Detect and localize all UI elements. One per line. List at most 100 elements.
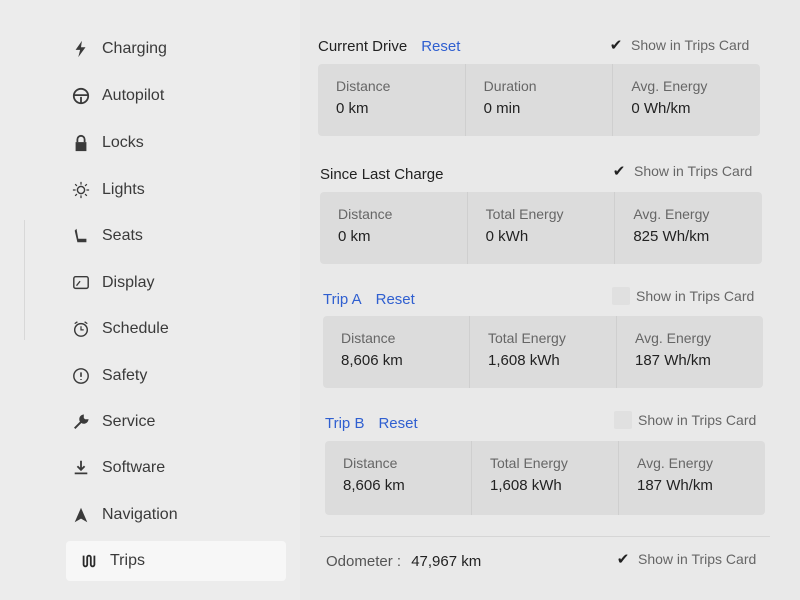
sidebar-item-label: Safety [102,367,148,384]
trip-b-header: Trip B Reset [325,415,418,432]
trip-b-reset-button[interactable]: Reset [378,415,417,432]
steering-wheel-icon [68,86,94,106]
section-title: Trip B [325,415,365,432]
odometer-label: Odometer : [326,553,402,570]
stat-cell: Total Energy 0 kWh [466,192,615,264]
trip-a-show-in-trips-toggle[interactable]: Show in Trips Card [612,287,754,305]
sidebar-item-label: Navigation [102,506,178,523]
stat-label: Distance [343,455,398,471]
section-title: Current Drive [318,38,408,55]
stat-cell: Total Energy 1,608 kWh [469,316,616,388]
stat-value: 8,606 km [341,352,403,369]
stat-label: Distance [341,330,396,346]
sidebar-item-label: Autopilot [102,87,165,104]
sidebar-item-label: Seats [102,227,143,244]
sidebar-item-display[interactable]: Display [68,267,154,299]
show-in-trips-label: Show in Trips Card [636,288,755,304]
seat-icon [68,226,94,246]
trip-a-card: Distance 8,606 km Total Energy 1,608 kWh… [323,316,763,388]
stat-cell: Distance 0 km [318,64,465,136]
stat-cell: Distance 8,606 km [325,441,471,515]
stat-cell: Distance 8,606 km [323,316,469,388]
since-last-charge-header: Since Last Charge [320,166,443,183]
sidebar-item-label: Lights [102,181,145,198]
current-drive-show-in-trips-toggle[interactable]: ✔ Show in Trips Card [607,36,750,54]
sun-icon [68,180,94,200]
stat-value: 1,608 kWh [490,477,562,494]
trip-a-reset-button[interactable]: Reset [376,291,415,308]
stat-value: 825 Wh/km [633,228,710,245]
stat-value: 187 Wh/km [635,352,711,369]
stat-value: 0 km [338,228,371,245]
wrench-icon [68,412,94,432]
lightning-icon [68,39,94,59]
current-drive-card: Distance 0 km Duration 0 min Avg. Energy… [318,64,760,136]
sidebar-item-label: Service [102,413,156,430]
sidebar: Charging Autopilot Locks Lights Seats Di… [0,0,300,600]
stat-value: 8,606 km [343,477,405,494]
current-drive-reset-button[interactable]: Reset [421,38,460,55]
sidebar-item-label: Locks [102,134,144,151]
odometer-value: 47,967 km [411,553,482,570]
show-in-trips-label: Show in Trips Card [631,37,750,53]
sidebar-item-charging[interactable]: Charging [68,33,167,65]
stat-value: 0 km [336,100,369,117]
clock-icon [68,319,94,339]
stat-value: 0 min [483,100,521,117]
sidebar-item-trips[interactable]: Trips [66,541,286,581]
sidebar-item-locks[interactable]: Locks [68,127,144,159]
odometer: Odometer : 47,967 km [326,553,481,570]
stat-value: 1,608 kWh [488,352,560,369]
checkmark-icon[interactable]: ✔ [607,36,625,54]
stat-label: Distance [336,78,391,94]
stat-label: Avg. Energy [633,206,710,222]
download-icon [68,458,94,478]
sidebar-item-label: Software [102,459,166,476]
checkmark-icon[interactable]: ✔ [614,550,632,568]
stat-label: Avg. Energy [631,78,708,94]
lock-icon [68,133,94,153]
sidebar-item-navigation[interactable]: Navigation [68,499,178,531]
odometer-show-in-trips-toggle[interactable]: ✔ Show in Trips Card [614,550,757,568]
stat-cell: Distance 0 km [320,192,467,264]
stat-value: 187 Wh/km [637,477,713,494]
checkmark-icon[interactable]: ✔ [610,162,628,180]
stat-cell: Avg. Energy 187 Wh/km [618,441,765,515]
trips-icon [76,551,102,571]
trip-b-show-in-trips-toggle[interactable]: Show in Trips Card [614,411,756,429]
since-last-charge-show-in-trips-toggle[interactable]: ✔ Show in Trips Card [610,162,753,180]
show-in-trips-label: Show in Trips Card [634,163,753,179]
trip-b-card: Distance 8,606 km Total Energy 1,608 kWh… [325,441,765,515]
sidebar-item-schedule[interactable]: Schedule [68,313,169,345]
sidebar-item-label: Display [102,274,155,291]
stat-cell: Avg. Energy 187 Wh/km [616,316,763,388]
stat-cell: Avg. Energy 0 Wh/km [612,64,760,136]
stat-value: 0 Wh/km [631,100,691,117]
checkbox-icon[interactable] [614,411,632,429]
stat-label: Distance [338,206,393,222]
navigation-arrow-icon [68,505,94,525]
since-last-charge-card: Distance 0 km Total Energy 0 kWh Avg. En… [320,192,762,264]
current-drive-header: Current Drive Reset [318,38,460,55]
sidebar-item-service[interactable]: Service [68,406,155,438]
show-in-trips-label: Show in Trips Card [638,412,757,428]
stat-cell: Duration 0 min [464,64,613,136]
sidebar-item-label: Trips [110,552,145,569]
checkbox-icon[interactable] [612,287,630,305]
trip-a-header: Trip A Reset [323,291,415,308]
stat-label: Duration [483,78,537,94]
sidebar-item-label: Schedule [102,320,169,337]
stat-cell: Avg. Energy 825 Wh/km [614,192,762,264]
sidebar-item-seats[interactable]: Seats [68,220,143,252]
sidebar-item-autopilot[interactable]: Autopilot [68,80,164,112]
stat-cell: Total Energy 1,608 kWh [471,441,618,515]
stat-label: Total Energy [485,206,564,222]
section-title: Trip A [323,291,362,308]
stat-value: 0 kWh [485,228,529,245]
stat-label: Total Energy [488,330,566,346]
sidebar-item-software[interactable]: Software [68,452,165,484]
sidebar-item-lights[interactable]: Lights [68,174,145,206]
stat-label: Avg. Energy [637,455,714,471]
sidebar-item-safety[interactable]: Safety [68,360,147,392]
sidebar-edge-divider [24,220,25,340]
